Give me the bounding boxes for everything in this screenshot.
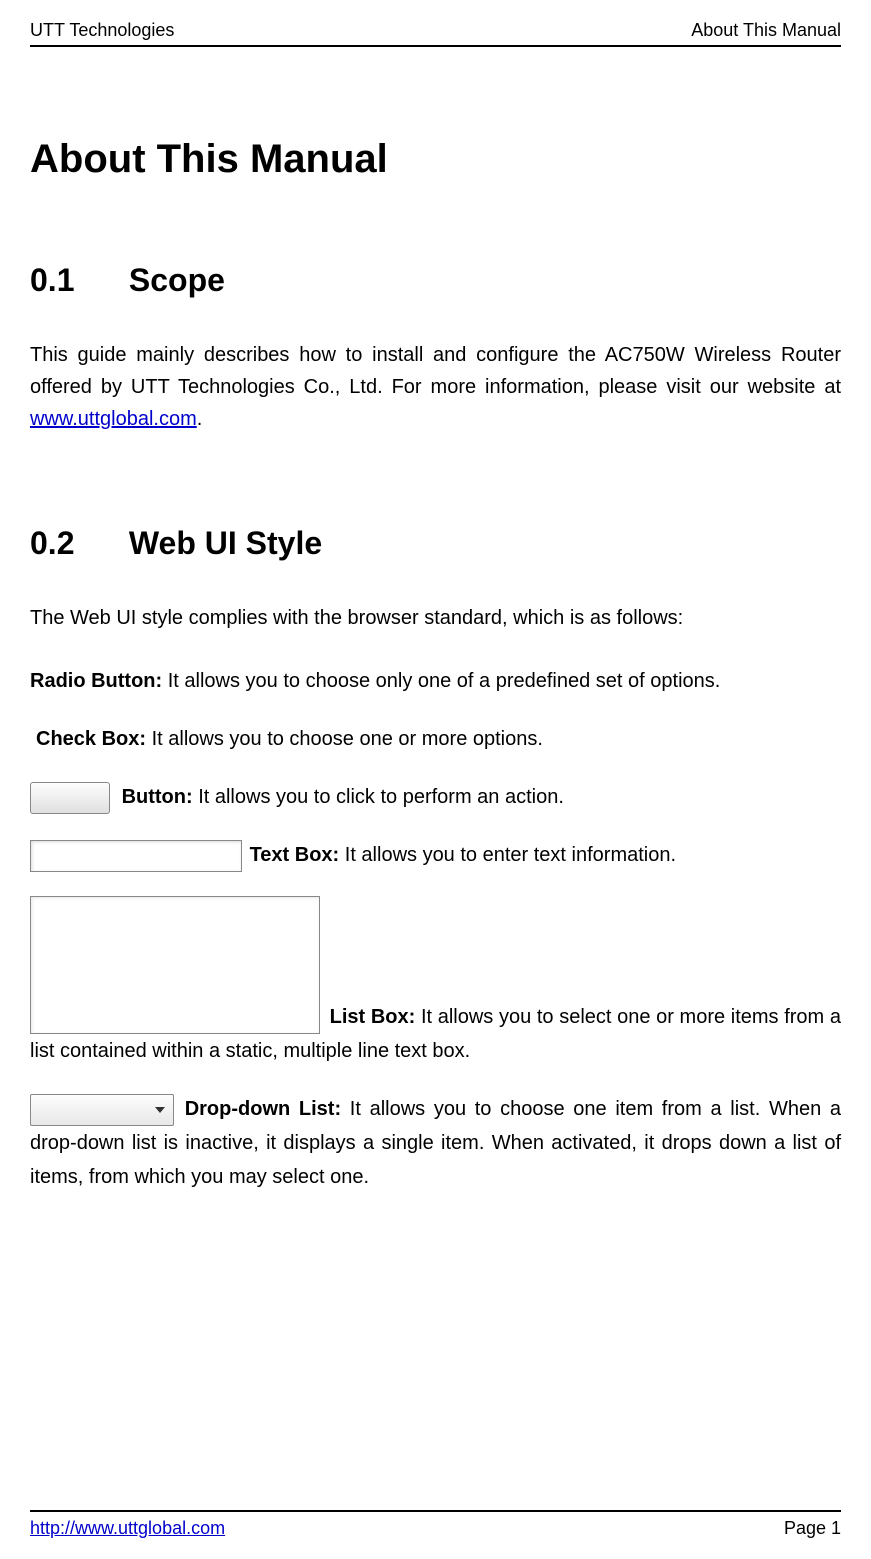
text-box-row: Text Box: It allows you to enter text in…: [30, 838, 841, 872]
check-box-row: Check Box: It allows you to choose one o…: [30, 722, 841, 756]
scope-text-after-link: .: [197, 408, 203, 430]
footer-url-link[interactable]: http://www.uttglobal.com: [30, 1518, 225, 1539]
section-webui-title: Web UI Style: [129, 525, 322, 561]
list-box-widget-icon: [30, 896, 320, 1034]
webui-intro: The Web UI style complies with the brows…: [30, 602, 841, 634]
button-row: Button: It allows you to click to perfor…: [30, 780, 841, 814]
section-scope-title: Scope: [129, 262, 225, 298]
scope-link[interactable]: www.uttglobal.com: [30, 408, 197, 430]
header-left: UTT Technologies: [30, 20, 174, 41]
scope-paragraph: This guide mainly describes how to insta…: [30, 339, 841, 435]
radio-button-label: Radio Button:: [30, 670, 162, 692]
footer-rule: [30, 1510, 841, 1512]
section-webui-number: 0.2: [30, 525, 120, 562]
check-box-text: It allows you to choose one or more opti…: [146, 728, 543, 750]
drop-down-label: Drop-down List:: [185, 1098, 341, 1120]
section-gap: [30, 465, 841, 525]
text-box-widget-icon: [30, 840, 242, 872]
check-box-label: Check Box:: [36, 728, 146, 750]
list-box-label: List Box:: [330, 1006, 416, 1028]
list-box-row: List Box: It allows you to select one or…: [30, 896, 841, 1068]
header-rule: [30, 45, 841, 47]
drop-down-row: Drop-down List: It allows you to choose …: [30, 1092, 841, 1194]
button-widget-icon: [30, 782, 110, 814]
section-webui-heading: 0.2 Web UI Style: [30, 525, 841, 562]
page: UTT Technologies About This Manual About…: [0, 0, 871, 1559]
header-right: About This Manual: [691, 20, 841, 41]
section-scope-number: 0.1: [30, 262, 120, 299]
section-scope-heading: 0.1 Scope: [30, 262, 841, 299]
text-box-text: It allows you to enter text information.: [339, 844, 676, 866]
page-header: UTT Technologies About This Manual: [30, 20, 841, 45]
footer-row: http://www.uttglobal.com Page 1: [30, 1518, 841, 1539]
text-box-label: Text Box:: [250, 844, 340, 866]
footer-page-number: Page 1: [784, 1518, 841, 1539]
page-title: About This Manual: [30, 137, 841, 182]
button-label: Button:: [122, 786, 193, 808]
radio-button-row: Radio Button: It allows you to choose on…: [30, 664, 841, 698]
button-text: It allows you to click to perform an act…: [193, 786, 564, 808]
radio-button-text: It allows you to choose only one of a pr…: [162, 670, 720, 692]
scope-text-before-link: This guide mainly describes how to insta…: [30, 344, 841, 398]
drop-down-widget-icon: [30, 1094, 174, 1126]
page-footer: http://www.uttglobal.com Page 1: [30, 1510, 841, 1539]
